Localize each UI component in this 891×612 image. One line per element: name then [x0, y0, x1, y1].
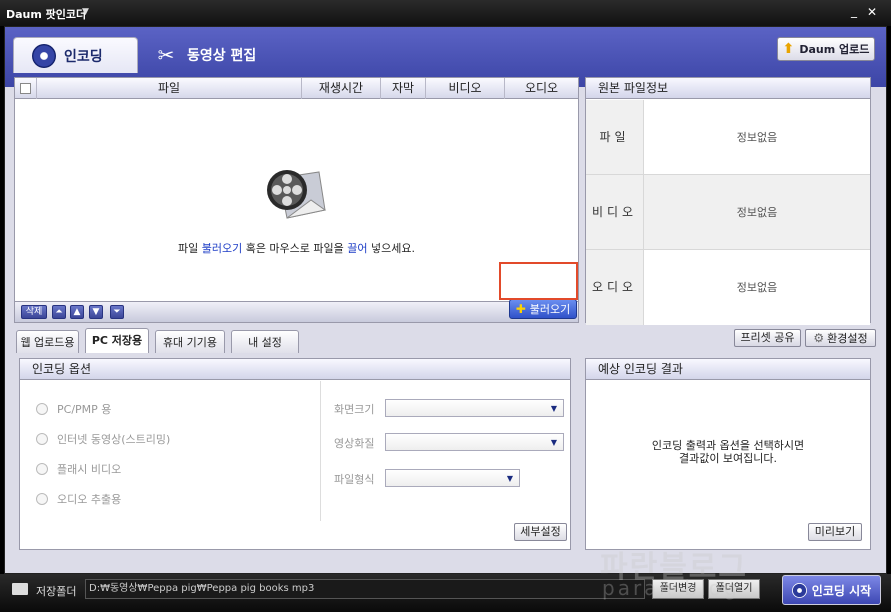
highlight-box: [499, 262, 578, 300]
radio-label: 플래시 비디오: [57, 463, 122, 476]
hint-text: 파일: [177, 242, 202, 255]
radio-icon[interactable]: [36, 463, 48, 475]
subtab-web-upload[interactable]: 웹 업로드용: [16, 330, 79, 353]
main-window: 인코딩 ✂ 동영상 편집 ⬆ Daum 업로드 파일 재생시간 자막 비디오 오…: [4, 26, 887, 574]
upload-arrow-icon: ⬆: [782, 41, 795, 57]
move-bottom-icon[interactable]: ⏷: [110, 305, 124, 319]
save-path-field[interactable]: D:₩동영상₩Peppa pig₩Peppa pig books mp3: [85, 579, 645, 599]
chevron-down-icon: ▼: [550, 438, 557, 447]
load-button-label: 불러오기: [529, 303, 571, 316]
tab-encoding[interactable]: 인코딩: [13, 37, 138, 73]
result-line: 인코딩 출력과 옵션을 선택하시면: [651, 439, 805, 452]
detail-settings-button[interactable]: 세부설정: [514, 523, 567, 541]
video-quality-label: 영상화질: [334, 437, 375, 450]
file-list-header: 파일 재생시간 자막 비디오 오디오: [15, 78, 578, 99]
info-label: 비디오: [586, 175, 644, 249]
close-icon[interactable]: ✕: [866, 6, 878, 18]
start-label: 인코딩 시작: [811, 583, 872, 598]
info-label: 파일: [586, 100, 644, 174]
info-row-video: 비디오 정보없음: [586, 175, 870, 250]
folder-icon: [12, 583, 28, 595]
scissors-icon: ✂: [157, 43, 175, 67]
info-row-file: 파일 정보없음: [586, 100, 870, 175]
info-row-audio: 오디오 정보없음: [586, 250, 870, 325]
info-label: 오디오: [586, 250, 644, 325]
subtab-my-settings[interactable]: 내 설정: [231, 330, 299, 353]
col-file[interactable]: 파일: [37, 78, 302, 99]
source-info-panel: 원본 파일정보 파일 정보없음 비디오 정보없음 오디오 정보없음: [585, 77, 871, 325]
divider: [320, 381, 321, 521]
settings-label: 환경설정: [827, 332, 868, 345]
gear-icon: ⚙: [813, 331, 825, 345]
panel-title: 원본 파일정보: [586, 78, 870, 99]
col-duration[interactable]: 재생시간: [302, 78, 381, 99]
move-top-icon[interactable]: ⏶: [52, 305, 66, 319]
subtab-mobile[interactable]: 휴대 기기용: [155, 330, 225, 353]
screen-size-label: 화면크기: [334, 403, 375, 416]
col-audio[interactable]: 오디오: [505, 78, 578, 99]
encoding-result-panel: 예상 인코딩 결과 인코딩 출력과 옵션을 선택하시면 결과값이 보여집니다. …: [585, 358, 871, 550]
hint-text: 넣으세요.: [367, 242, 416, 255]
preview-button[interactable]: 미리보기: [808, 523, 862, 541]
settings-button[interactable]: ⚙ 환경설정: [805, 329, 876, 347]
daum-upload-label: Daum 업로드: [799, 43, 870, 56]
tab-video-editing[interactable]: ✂ 동영상 편집: [145, 37, 275, 73]
select-all-checkbox[interactable]: [15, 78, 37, 99]
delete-button[interactable]: 삭제: [21, 305, 47, 319]
tab-encoding-label: 인코딩: [64, 48, 103, 65]
plus-icon: ✚: [515, 302, 526, 316]
preset-share-button[interactable]: 프리셋 공유: [734, 329, 801, 347]
radio-label: 인터넷 동영상(스트리밍): [57, 433, 171, 446]
chevron-down-icon: ▼: [506, 474, 513, 483]
load-files-button[interactable]: ✚ 불러오기: [509, 299, 577, 319]
radio-icon[interactable]: [36, 493, 48, 505]
bottom-bar: 저장폴더 D:₩동영상₩Peppa pig₩Peppa pig books mp…: [0, 574, 891, 612]
hint-drag-link: 끌어: [347, 242, 368, 255]
radio-icon[interactable]: [36, 403, 48, 415]
radio-icon[interactable]: [36, 433, 48, 445]
app-title: Daum 팟인코더: [6, 8, 87, 21]
info-value: 정보없음: [644, 175, 870, 249]
encoding-options-panel: 인코딩 옵션 PC/PMP 용 인터넷 동영상(스트리밍) 플래시 비디오 오디…: [19, 358, 571, 550]
film-reel-icon: [267, 170, 327, 219]
result-line: 결과값이 보여집니다.: [678, 452, 778, 465]
title-bar: Daum 팟인코더 ▼ _ ✕: [0, 0, 891, 26]
video-quality-select[interactable]: ▼: [385, 433, 564, 451]
radio-streaming[interactable]: 인터넷 동영상(스트리밍): [36, 431, 170, 447]
watermark: paran blog: [602, 576, 740, 600]
panel-title: 인코딩 옵션: [20, 359, 570, 380]
move-down-icon[interactable]: ▼: [89, 305, 103, 319]
chevron-down-icon[interactable]: ▼: [82, 7, 89, 17]
file-toolbar: 삭제 ⏶ ▲ ▼ ⏷: [15, 301, 578, 322]
drop-hint: 파일 불러오기 혹은 마우스로 파일을 끌어 넣으세요.: [15, 240, 578, 256]
radio-label: PC/PMP 용: [57, 403, 112, 416]
hint-load-link[interactable]: 불러오기: [202, 242, 242, 255]
screen-size-select[interactable]: ▼: [385, 399, 564, 417]
tab-editing-label: 동영상 편집: [187, 48, 257, 64]
info-value: 정보없음: [644, 250, 870, 325]
file-list-panel[interactable]: 파일 재생시간 자막 비디오 오디오 파일 불러오기 혹은 마우스로 파일을 끌…: [14, 77, 579, 323]
col-subtitle[interactable]: 자막: [381, 78, 426, 99]
move-up-icon[interactable]: ▲: [70, 305, 84, 319]
chevron-down-icon: ▼: [550, 404, 557, 413]
film-reel-icon: [791, 582, 807, 598]
radio-label: 오디오 추출용: [57, 493, 122, 506]
start-encoding-button[interactable]: 인코딩 시작: [782, 575, 881, 605]
result-message: 인코딩 출력과 옵션을 선택하시면 결과값이 보여집니다.: [586, 439, 870, 465]
info-value: 정보없음: [644, 100, 870, 174]
col-video[interactable]: 비디오: [426, 78, 505, 99]
subtab-pc-storage[interactable]: PC 저장용: [85, 328, 149, 353]
panel-title: 예상 인코딩 결과: [586, 359, 870, 380]
hint-text: 혹은 마우스로 파일을: [242, 242, 348, 255]
save-folder-label: 저장폴더: [36, 585, 77, 598]
film-reel-icon: [32, 43, 56, 68]
radio-pc-pmp[interactable]: PC/PMP 용: [36, 401, 111, 417]
file-format-select[interactable]: ▼: [385, 469, 520, 487]
radio-audio-extract[interactable]: 오디오 추출용: [36, 491, 121, 507]
minimize-button[interactable]: _: [849, 5, 859, 18]
daum-upload-button[interactable]: ⬆ Daum 업로드: [777, 37, 875, 61]
file-format-label: 파일형식: [334, 473, 375, 486]
radio-flash[interactable]: 플래시 비디오: [36, 461, 121, 477]
